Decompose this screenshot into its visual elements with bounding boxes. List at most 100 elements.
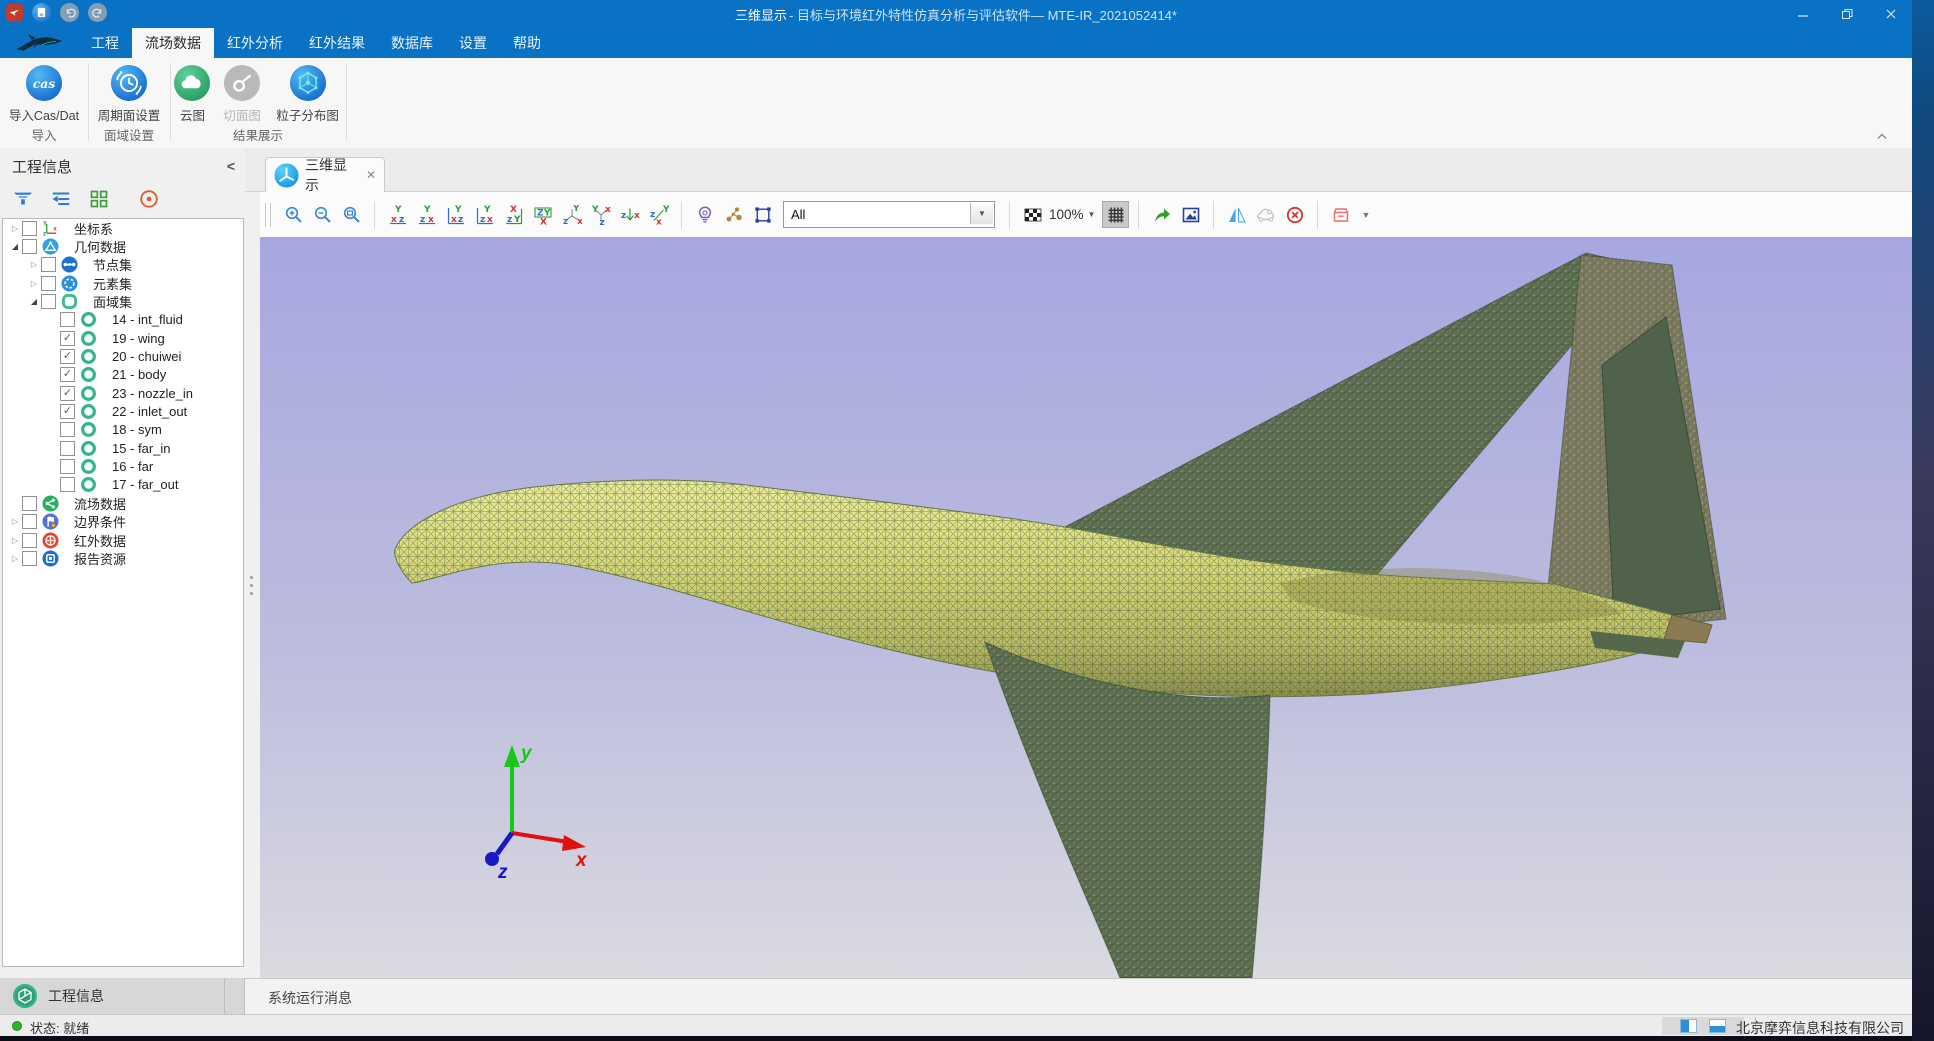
light-button[interactable] bbox=[691, 201, 718, 228]
tree-item-22---inlet_out[interactable]: ✓22 - inlet_out bbox=[3, 402, 243, 420]
tree-item-23---nozzle_in[interactable]: ✓23 - nozzle_in bbox=[3, 384, 243, 402]
layout-bottom-icon[interactable] bbox=[1709, 1019, 1726, 1033]
expander-collapsed-icon[interactable]: ▷ bbox=[8, 224, 22, 233]
iso-view-1-button[interactable]: Yxz bbox=[558, 201, 585, 228]
zoom-out-button[interactable] bbox=[309, 201, 336, 228]
tree-item-元素集[interactable]: ▷元素集 bbox=[3, 274, 243, 292]
tree-item-几何数据[interactable]: ◢几何数据 bbox=[3, 237, 243, 255]
tree-checkbox[interactable] bbox=[41, 257, 56, 272]
tree-item-18---sym[interactable]: 18 - sym bbox=[3, 421, 243, 439]
panel-splitter[interactable] bbox=[245, 148, 260, 978]
tree-checkbox[interactable] bbox=[22, 551, 37, 566]
redo-button[interactable] bbox=[88, 3, 107, 22]
zoom-in-button[interactable] bbox=[280, 201, 307, 228]
view-back-button[interactable]: zxY bbox=[413, 201, 440, 228]
list-view-icon[interactable] bbox=[48, 188, 73, 210]
cloud-wire-button[interactable] bbox=[1252, 201, 1279, 228]
combo-dropdown-icon[interactable]: ▼ bbox=[970, 203, 993, 224]
mirror-button[interactable] bbox=[1223, 201, 1250, 228]
tree-item-边界条件[interactable]: ▷边界条件 bbox=[3, 513, 243, 531]
tab-3d-view[interactable]: 三维显示 ✕ bbox=[265, 157, 385, 192]
tree-item-面域集[interactable]: ◢面域集 bbox=[3, 292, 243, 310]
undo-button[interactable] bbox=[60, 3, 79, 22]
toolbar-drag-handle[interactable] bbox=[265, 203, 271, 227]
view-left-button[interactable]: xzY bbox=[442, 201, 469, 228]
ribbon-button-1[interactable]: 周期面设置 bbox=[88, 62, 170, 124]
menu-item-4[interactable]: 数据库 bbox=[378, 28, 446, 58]
box-select-button[interactable] bbox=[749, 201, 776, 228]
ribbon-button-4[interactable]: 粒子分布图 bbox=[269, 62, 346, 124]
ribbon-button-2[interactable]: 云图 bbox=[170, 62, 215, 124]
tree-item-20---chuiwei[interactable]: ✓20 - chuiwei bbox=[3, 347, 243, 365]
expander-expanded-icon[interactable]: ◢ bbox=[8, 242, 22, 251]
tree-item-21---body[interactable]: ✓21 - body bbox=[3, 366, 243, 384]
tree-item-坐标系[interactable]: ▷Yzx坐标系 bbox=[3, 219, 243, 237]
tree-item-15---far_in[interactable]: 15 - far_in bbox=[3, 439, 243, 457]
display-filter-select[interactable]: All▼ bbox=[783, 201, 995, 228]
expander-collapsed-icon[interactable]: ▷ bbox=[8, 554, 22, 563]
ribbon-button-0[interactable]: cas导入Cas/Dat bbox=[2, 62, 86, 124]
tree-checkbox[interactable] bbox=[41, 294, 56, 309]
close-button[interactable] bbox=[1884, 7, 1898, 21]
tree-checkbox[interactable] bbox=[60, 441, 75, 456]
tree-item-16---far[interactable]: 16 - far bbox=[3, 457, 243, 475]
expander-collapsed-icon[interactable]: ▷ bbox=[8, 517, 22, 526]
expander-collapsed-icon[interactable]: ▷ bbox=[27, 260, 41, 269]
tree-item-14---int_fluid[interactable]: 14 - int_fluid bbox=[3, 311, 243, 329]
view-front-button[interactable]: xzY bbox=[384, 201, 411, 228]
iso-view-3-button[interactable]: zx bbox=[616, 201, 643, 228]
more-options-chevron-icon[interactable]: ▼ bbox=[1361, 210, 1370, 220]
aircraft-model-canvas[interactable]: y x z bbox=[260, 237, 1912, 978]
red-box-button[interactable] bbox=[1327, 201, 1354, 228]
snapshot-button[interactable] bbox=[1177, 201, 1204, 228]
app-icon[interactable] bbox=[6, 4, 23, 21]
tree-item-红外数据[interactable]: ▷红外数据 bbox=[3, 531, 243, 549]
ribbon-collapse-icon[interactable] bbox=[1874, 130, 1890, 142]
zoom-fit-button[interactable] bbox=[338, 201, 365, 228]
tree-checkbox-checked[interactable]: ✓ bbox=[60, 386, 75, 401]
filter-icon[interactable] bbox=[10, 188, 35, 210]
export-arrow-button[interactable] bbox=[1148, 201, 1175, 228]
tree-checkbox[interactable] bbox=[22, 496, 37, 511]
menu-item-2[interactable]: 红外分析 bbox=[214, 28, 296, 58]
save-button[interactable] bbox=[32, 3, 51, 22]
layout-toggle-group[interactable] bbox=[1662, 1017, 1744, 1035]
remove-red-button[interactable] bbox=[1281, 201, 1308, 228]
checker-button[interactable] bbox=[1019, 201, 1046, 228]
tree-item-报告资源[interactable]: ▷报告资源 bbox=[3, 549, 243, 567]
iso-view-4-button[interactable]: zYx bbox=[645, 201, 672, 228]
tree-checkbox[interactable] bbox=[22, 514, 37, 529]
minimize-button[interactable] bbox=[1796, 7, 1810, 21]
particles-button[interactable] bbox=[720, 201, 747, 228]
view-bottom-button[interactable]: ZYX bbox=[529, 201, 556, 228]
tree-checkbox-checked[interactable]: ✓ bbox=[60, 349, 75, 364]
menu-item-6[interactable]: 帮助 bbox=[500, 28, 554, 58]
layout-left-icon[interactable] bbox=[1680, 1019, 1697, 1033]
grid-button[interactable] bbox=[1102, 201, 1129, 228]
tree-checkbox[interactable] bbox=[60, 459, 75, 474]
tree-item-节点集[interactable]: ▷节点集 bbox=[3, 256, 243, 274]
tree-checkbox[interactable] bbox=[60, 422, 75, 437]
grid-view-icon[interactable] bbox=[86, 188, 111, 210]
menu-item-0[interactable]: 工程 bbox=[78, 28, 132, 58]
tree-checkbox-checked[interactable]: ✓ bbox=[60, 331, 75, 346]
expander-expanded-icon[interactable]: ◢ bbox=[27, 297, 41, 306]
tree-checkbox[interactable] bbox=[60, 477, 75, 492]
view-right-button[interactable]: zxY bbox=[471, 201, 498, 228]
expander-collapsed-icon[interactable]: ▷ bbox=[27, 279, 41, 288]
tree-checkbox[interactable] bbox=[22, 221, 37, 236]
maximize-button[interactable] bbox=[1840, 7, 1854, 21]
tab-close-icon[interactable]: ✕ bbox=[366, 168, 376, 182]
panel-collapse-button[interactable]: < bbox=[227, 158, 235, 174]
view-top-button[interactable]: zYX bbox=[500, 201, 527, 228]
target-icon[interactable] bbox=[136, 188, 161, 210]
expander-collapsed-icon[interactable]: ▷ bbox=[8, 536, 22, 545]
menu-item-5[interactable]: 设置 bbox=[446, 28, 500, 58]
tree-checkbox-checked[interactable]: ✓ bbox=[60, 404, 75, 419]
viewport-3d[interactable]: y x z bbox=[260, 237, 1912, 978]
iso-view-2-button[interactable]: Yxz bbox=[587, 201, 614, 228]
tree-checkbox[interactable] bbox=[60, 312, 75, 327]
project-info-bottom-button[interactable]: 工程信息 bbox=[0, 978, 245, 1014]
menu-item-1[interactable]: 流场数据 bbox=[132, 28, 214, 58]
menu-item-3[interactable]: 红外结果 bbox=[296, 28, 378, 58]
